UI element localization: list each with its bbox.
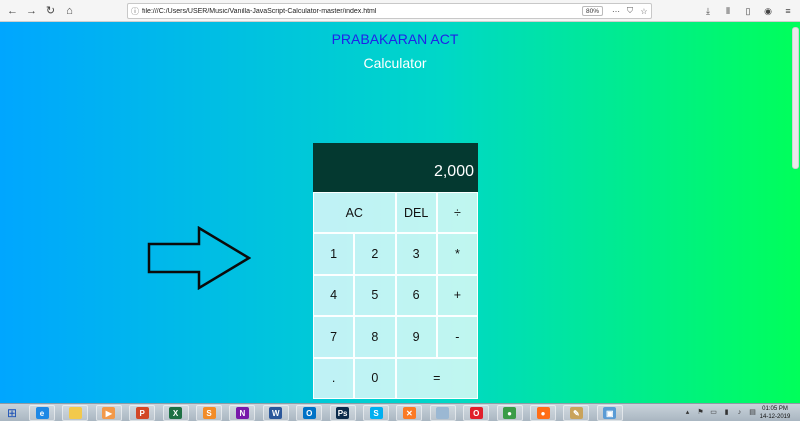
equals-button[interactable]: = <box>395 357 478 399</box>
digit-2-button[interactable]: 2 <box>354 233 396 275</box>
photoshop-icon-glyph: Ps <box>336 407 350 419</box>
monitor-icon[interactable]: ▭ <box>709 407 718 417</box>
download-icon[interactable]: ⤓ <box>700 3 716 19</box>
taskbar-clock[interactable]: 01:05 PM 14-12-2019 <box>752 405 798 421</box>
add-button[interactable]: + <box>436 274 478 317</box>
author-name: PRABAKARAN ACT <box>331 31 459 47</box>
media-player-icon-glyph: ▶ <box>102 407 116 419</box>
skype-icon-glyph: S <box>369 407 383 419</box>
scrollbar-thumb[interactable] <box>792 27 799 169</box>
outlook-icon[interactable]: O <box>296 405 323 421</box>
onenote-icon[interactable]: N <box>229 405 256 421</box>
sidebar-icon[interactable]: ▯ <box>740 3 756 19</box>
windows-explorer-ie-icon-glyph: e <box>35 407 49 419</box>
remote-desktop-icon-glyph: ▣ <box>603 407 617 419</box>
sublime-text-icon-glyph: S <box>202 407 216 419</box>
sublime-text-icon[interactable]: S <box>196 405 222 421</box>
back-arrow-icon[interactable]: ← <box>4 2 21 19</box>
more-actions-icon[interactable]: ⋯ <box>609 7 623 16</box>
divide-button[interactable]: ÷ <box>436 192 478 234</box>
volume-icon[interactable]: ♪ <box>735 407 744 417</box>
system-tray: ▴ ⚑ ▭ ▮ ♪ ▤ <box>683 407 757 417</box>
right-arrow-icon <box>147 226 251 290</box>
notepad-icon-glyph <box>436 407 450 419</box>
excel-icon[interactable]: X <box>162 405 189 421</box>
reload-icon[interactable]: ↻ <box>42 2 59 19</box>
opera-icon[interactable]: O <box>463 405 490 421</box>
library-icon[interactable]: ⫴ <box>720 3 736 19</box>
file-explorer-icon[interactable] <box>62 405 89 421</box>
photoshop-icon[interactable]: Ps <box>329 405 356 421</box>
notepad-icon[interactable] <box>429 405 456 421</box>
firefox-icon-glyph: ● <box>536 407 550 419</box>
delete-button[interactable]: DEL <box>395 192 437 234</box>
toolbar-right-icons: ⤓ ⫴ ▯ ◉ ≡ <box>700 3 796 19</box>
word-icon-glyph: W <box>269 407 283 419</box>
show-hidden-icons-icon[interactable]: ▴ <box>683 407 692 417</box>
home-icon[interactable]: ⌂ <box>61 2 78 19</box>
forward-arrow-icon[interactable]: → <box>23 2 40 19</box>
powerpoint-icon-glyph: P <box>135 407 149 419</box>
media-player-icon[interactable]: ▶ <box>95 405 122 421</box>
calculator: 2,000 AC DEL ÷ 1 2 3 * 4 5 6 + 7 8 9 - .… <box>313 143 478 403</box>
windows-explorer-ie-icon[interactable]: e <box>29 405 55 421</box>
paint-icon[interactable]: ✎ <box>563 405 590 421</box>
skype-icon[interactable]: S <box>363 405 389 421</box>
pocket-icon[interactable]: ⛉ <box>623 6 637 16</box>
multiply-button[interactable]: * <box>436 233 478 275</box>
action-center-flag-icon[interactable]: ⚑ <box>696 407 705 417</box>
xampp-icon[interactable]: ✕ <box>396 405 423 421</box>
clock-date: 14-12-2019 <box>759 414 791 420</box>
page-scrollbar[interactable] <box>790 22 800 403</box>
file-explorer-icon-glyph <box>68 407 82 419</box>
excel-icon-glyph: X <box>169 407 183 419</box>
chrome-icon-glyph: ● <box>503 407 517 419</box>
powerpoint-icon[interactable]: P <box>129 405 156 421</box>
digit-4-button[interactable]: 4 <box>313 274 355 317</box>
chrome-icon[interactable]: ● <box>496 405 523 421</box>
browser-toolbar: ← → ↻ ⌂ ⓘ file:///C:/Users/USER/Music/Va… <box>0 0 800 22</box>
subtract-button[interactable]: - <box>436 316 478 358</box>
digit-3-button[interactable]: 3 <box>395 233 437 275</box>
page-viewport: PRABAKARAN ACT Calculator 2,000 AC DEL ÷… <box>0 22 800 403</box>
network-signal-icon[interactable]: ▮ <box>722 407 731 417</box>
digit-9-button[interactable]: 9 <box>395 316 437 358</box>
clock-time: 01:05 PM <box>762 406 788 412</box>
zoom-level-badge[interactable]: 80% <box>581 6 603 16</box>
xampp-icon-glyph: ✕ <box>402 407 416 419</box>
digit-5-button[interactable]: 5 <box>354 274 396 317</box>
url-text[interactable]: file:///C:/Users/USER/Music/Vanilla-Java… <box>142 8 582 15</box>
digit-6-button[interactable]: 6 <box>395 274 437 317</box>
paint-icon-glyph: ✎ <box>569 407 583 419</box>
onenote-icon-glyph: N <box>235 407 249 419</box>
word-icon[interactable]: W <box>262 405 289 421</box>
all-clear-button[interactable]: AC <box>313 192 396 234</box>
windows-taskbar: ⊞ e ▶ P X S N W O Ps S ✕ O ● ● ✎ ▣ ▴ ⚑ ▭ ▮ ♪ ▤ 01:05 PM… <box>0 403 800 421</box>
digit-1-button[interactable]: 1 <box>313 233 355 275</box>
page-info-icon[interactable]: ⓘ <box>128 6 142 17</box>
decimal-button[interactable]: . <box>313 357 355 399</box>
digit-7-button[interactable]: 7 <box>313 316 355 358</box>
firefox-icon[interactable]: ● <box>530 405 556 421</box>
outlook-icon-glyph: O <box>302 407 316 419</box>
address-bar[interactable]: ⓘ file:///C:/Users/USER/Music/Vanilla-Ja… <box>127 3 652 19</box>
opera-icon-glyph: O <box>469 407 483 419</box>
digit-8-button[interactable]: 8 <box>354 316 396 358</box>
bookmark-star-icon[interactable]: ☆ <box>637 7 651 16</box>
menu-hamburger-icon[interactable]: ≡ <box>780 3 796 19</box>
page-title: Calculator <box>363 55 427 71</box>
digit-0-button[interactable]: 0 <box>354 357 396 399</box>
calculator-display: 2,000 <box>313 143 478 192</box>
windows-start-icon[interactable]: ⊞ <box>2 404 22 421</box>
remote-desktop-icon[interactable]: ▣ <box>596 405 623 421</box>
account-icon[interactable]: ◉ <box>760 3 776 19</box>
